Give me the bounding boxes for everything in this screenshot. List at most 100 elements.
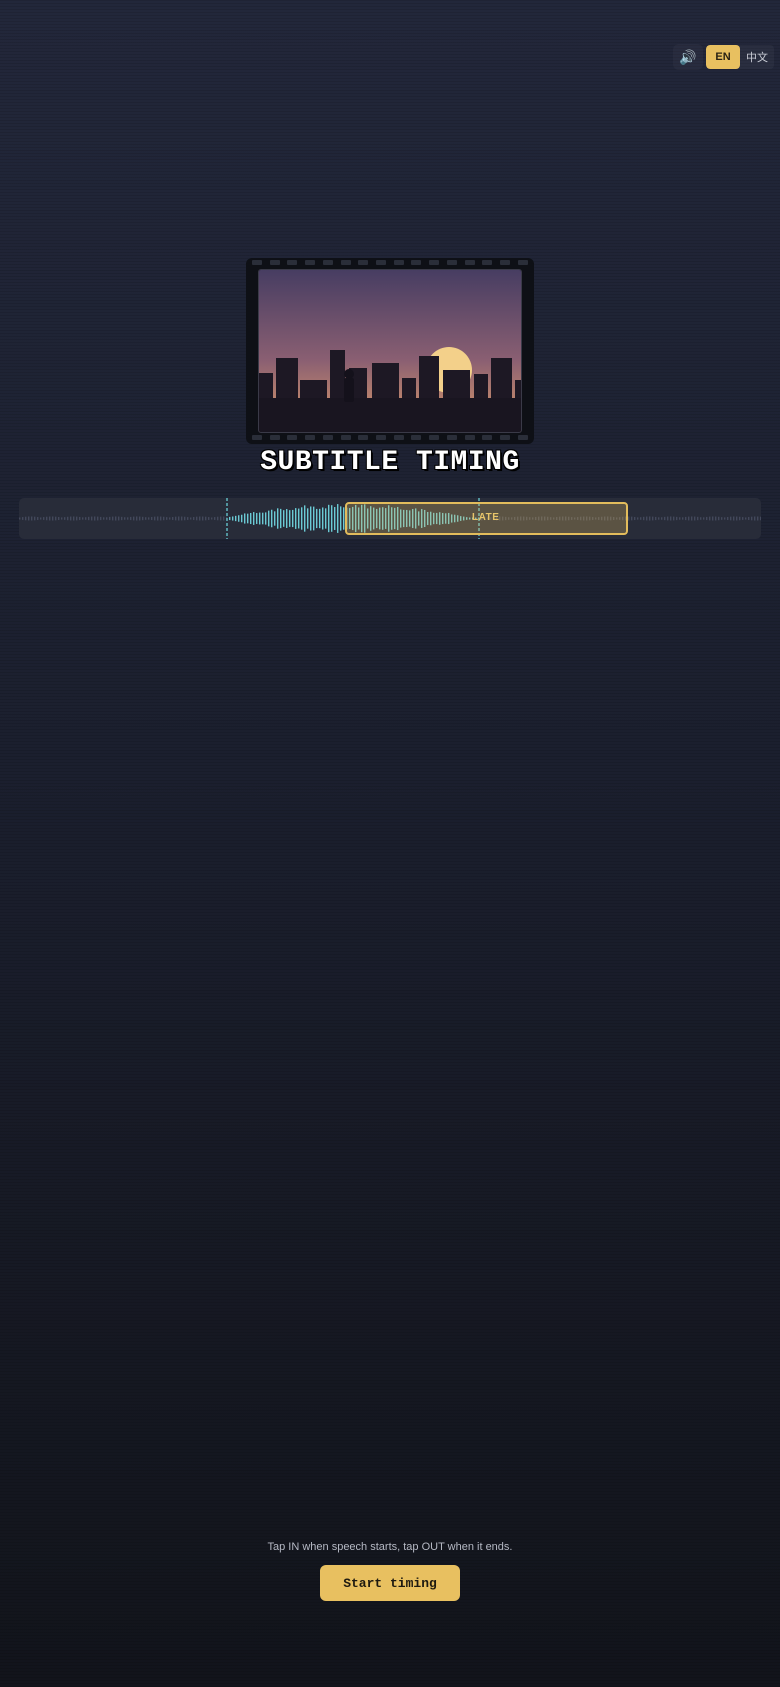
waveform-bar: [661, 517, 663, 520]
film-sprockets-bottom: [252, 435, 528, 442]
waveform-bar: [37, 517, 39, 520]
waveform-bar: [199, 516, 201, 521]
waveform-bar: [334, 507, 336, 530]
waveform-bar: [313, 506, 315, 531]
waveform-bar: [253, 512, 255, 525]
waveform-bar: [34, 516, 36, 521]
waveform-bar: [754, 516, 756, 521]
waveform-bar: [256, 513, 258, 524]
waveform-bar: [655, 516, 657, 521]
waveform-bar: [286, 509, 288, 528]
film-sprocket-hole: [340, 260, 351, 265]
waveform-bar: [673, 516, 675, 521]
scene-preview: [258, 269, 522, 433]
film-sprockets-top: [252, 260, 528, 267]
waveform-bar: [214, 517, 216, 520]
waveform-bar: [220, 516, 222, 521]
film-sprocket-hole: [411, 260, 422, 265]
waveform-bar: [142, 516, 144, 521]
waveform-bar: [76, 516, 78, 521]
film-sprocket-hole: [464, 260, 475, 265]
waveform-bar: [751, 516, 753, 521]
waveform-bar: [331, 505, 333, 532]
sound-toggle-button[interactable]: 🔊: [673, 44, 703, 70]
waveform-bar: [100, 516, 102, 521]
waveform-bar: [43, 517, 45, 520]
film-sprocket-hole: [500, 260, 511, 265]
waveform-bar: [706, 516, 708, 521]
waveform-bar: [19, 517, 21, 520]
waveform-bar: [247, 513, 249, 524]
waveform-bar: [211, 517, 213, 520]
waveform-bar: [628, 516, 630, 521]
waveform-bar: [691, 516, 693, 521]
waveform-bar: [67, 516, 69, 521]
waveform-bar: [46, 516, 48, 521]
waveform-bar: [55, 516, 57, 521]
waveform-bar: [139, 516, 141, 521]
waveform-bar: [73, 516, 75, 521]
timing-timeline[interactable]: LATE: [19, 498, 761, 539]
lang-en-button[interactable]: EN: [706, 45, 740, 69]
waveform-bar: [676, 516, 678, 521]
waveform-bar: [295, 508, 297, 529]
language-toggle[interactable]: EN 中文: [706, 45, 774, 69]
waveform-bar: [154, 516, 156, 521]
waveform-bar: [310, 506, 312, 531]
waveform-bar: [58, 516, 60, 521]
film-sprocket-hole: [464, 435, 475, 440]
waveform-bar: [640, 517, 642, 520]
waveform-bar: [187, 517, 189, 520]
waveform-bar: [304, 505, 306, 532]
waveform-bar: [760, 516, 761, 521]
waveform-bar: [190, 517, 192, 520]
waveform-bar: [283, 510, 285, 527]
waveform-bar: [712, 516, 714, 521]
waveform-bar: [109, 516, 111, 521]
city-sunset-illustration: [259, 270, 521, 432]
waveform-bar: [748, 517, 750, 520]
waveform-bar: [118, 516, 120, 521]
film-sprocket-hole: [358, 435, 369, 440]
waveform-bar: [259, 512, 261, 525]
waveform-bar: [652, 516, 654, 521]
waveform-bar: [235, 515, 237, 522]
waveform-bar: [241, 514, 243, 523]
waveform-bar: [28, 516, 30, 521]
start-timing-button[interactable]: Start timing: [320, 1565, 460, 1601]
waveform-bar: [88, 516, 90, 521]
waveform-bar: [631, 516, 633, 521]
waveform-bar: [136, 516, 138, 521]
waveform-bar: [316, 508, 318, 529]
waveform-bar: [325, 508, 327, 529]
waveform-bar: [70, 516, 72, 521]
waveform-bar: [106, 517, 108, 520]
waveform-bar: [319, 508, 321, 529]
waveform-bar: [268, 510, 270, 527]
waveform-bar: [52, 516, 54, 521]
waveform-bar: [244, 513, 246, 524]
waveform-bar: [205, 516, 207, 521]
waveform-bar: [265, 512, 267, 525]
film-sprocket-hole: [500, 435, 511, 440]
waveform-bar: [229, 516, 231, 521]
waveform-bar: [721, 517, 723, 520]
waveform-bar: [232, 516, 234, 521]
waveform-bar: [148, 517, 150, 520]
waveform-bar: [298, 508, 300, 529]
waveform-bar: [82, 517, 84, 520]
waveform-bar: [145, 517, 147, 520]
waveform-bar: [133, 516, 135, 521]
waveform-bar: [757, 516, 759, 521]
waveform-bar: [688, 516, 690, 521]
waveform-bar: [238, 515, 240, 522]
waveform-bar: [730, 516, 732, 521]
waveform-bar: [25, 516, 27, 521]
lang-zh-button[interactable]: 中文: [740, 45, 774, 69]
waveform-bar: [736, 516, 738, 521]
waveform-bar: [274, 511, 276, 526]
speaker-icon: 🔊: [679, 48, 697, 65]
film-sprocket-hole: [287, 260, 298, 265]
waveform-bar: [223, 516, 225, 521]
waveform-bar: [217, 516, 219, 521]
